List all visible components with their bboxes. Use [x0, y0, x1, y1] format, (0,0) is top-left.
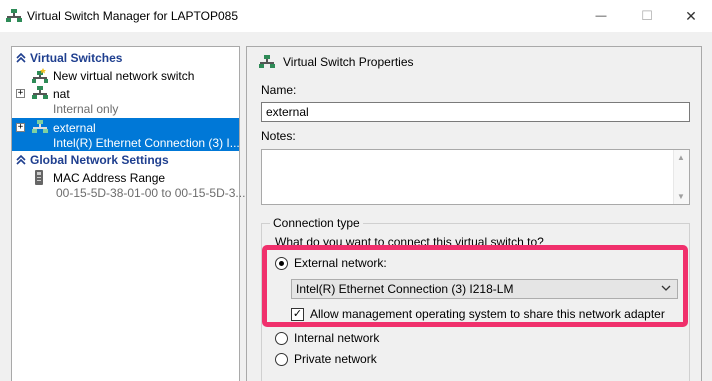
- private-network-option[interactable]: Private network: [275, 352, 377, 366]
- switch-name: external: [53, 121, 96, 135]
- switch-icon: [32, 120, 48, 133]
- expand-icon[interactable]: +: [16, 123, 25, 132]
- switch-icon: [32, 86, 48, 99]
- section-global-network-settings[interactable]: Global Network Settings: [12, 152, 169, 168]
- collapse-icon[interactable]: [12, 155, 30, 165]
- switch-properties-pane: Virtual Switch Properties Name: external…: [246, 46, 702, 381]
- internal-network-label: Internal network: [294, 331, 380, 345]
- new-switch-icon: [32, 68, 48, 83]
- connection-type-label: Connection type: [270, 216, 363, 230]
- scroll-down-icon[interactable]: ▼: [677, 192, 685, 201]
- private-network-radio[interactable]: [275, 352, 288, 366]
- close-icon: ✕: [685, 7, 697, 24]
- maximize-icon: ☐: [641, 8, 653, 23]
- name-field[interactable]: external: [261, 102, 690, 122]
- section-virtual-switches[interactable]: Virtual Switches: [12, 50, 122, 66]
- switch-icon: [259, 55, 275, 68]
- switch-name: nat: [53, 87, 70, 101]
- internal-network-option[interactable]: Internal network: [275, 331, 379, 345]
- collapse-icon[interactable]: [12, 53, 30, 63]
- properties-title: Virtual Switch Properties: [283, 55, 414, 69]
- section-virtual-switches-label: Virtual Switches: [30, 51, 123, 65]
- mac-address-range-item[interactable]: MAC Address Range 00-15-5D-38-01-00 to 0…: [12, 169, 245, 201]
- switch-detail: Internal only: [53, 102, 119, 116]
- minimize-icon: —: [595, 10, 607, 22]
- mac-address-icon: [35, 170, 43, 185]
- switch-item-nat[interactable]: + nat Internal only: [12, 85, 239, 117]
- annotation-highlight-box: [262, 245, 688, 327]
- name-label: Name:: [261, 83, 297, 97]
- private-network-label: Private network: [294, 352, 377, 366]
- properties-header: Virtual Switch Properties: [259, 55, 414, 69]
- window-title: Virtual Switch Manager for LAPTOP085: [27, 9, 238, 23]
- maximize-button[interactable]: ☐: [624, 0, 670, 32]
- notes-label: Notes:: [261, 129, 296, 143]
- notes-scrollbar[interactable]: ▲ ▼: [673, 150, 689, 204]
- switch-detail: Intel(R) Ethernet Connection (3) I...: [53, 136, 240, 150]
- internal-network-radio[interactable]: [275, 331, 288, 345]
- section-global-label: Global Network Settings: [30, 153, 169, 167]
- virtual-switch-manager-icon: [6, 9, 22, 22]
- mac-range-value: 00-15-5D-38-01-00 to 00-15-5D-3...: [56, 186, 246, 200]
- title-bar: Virtual Switch Manager for LAPTOP085 — ☐…: [0, 0, 712, 32]
- new-virtual-switch-item[interactable]: New virtual network switch: [12, 67, 239, 85]
- scroll-up-icon[interactable]: ▲: [677, 153, 685, 162]
- switch-tree-pane: Virtual Switches New virtual network swi…: [11, 46, 245, 381]
- new-switch-label: New virtual network switch: [53, 69, 195, 83]
- mac-range-label: MAC Address Range: [53, 171, 166, 185]
- expand-icon[interactable]: +: [16, 89, 25, 98]
- close-button[interactable]: ✕: [668, 0, 712, 32]
- minimize-button[interactable]: —: [578, 0, 624, 32]
- notes-field[interactable]: ▲ ▼: [261, 149, 690, 205]
- switch-item-external[interactable]: + external Intel(R) Ethernet Connection …: [12, 118, 240, 151]
